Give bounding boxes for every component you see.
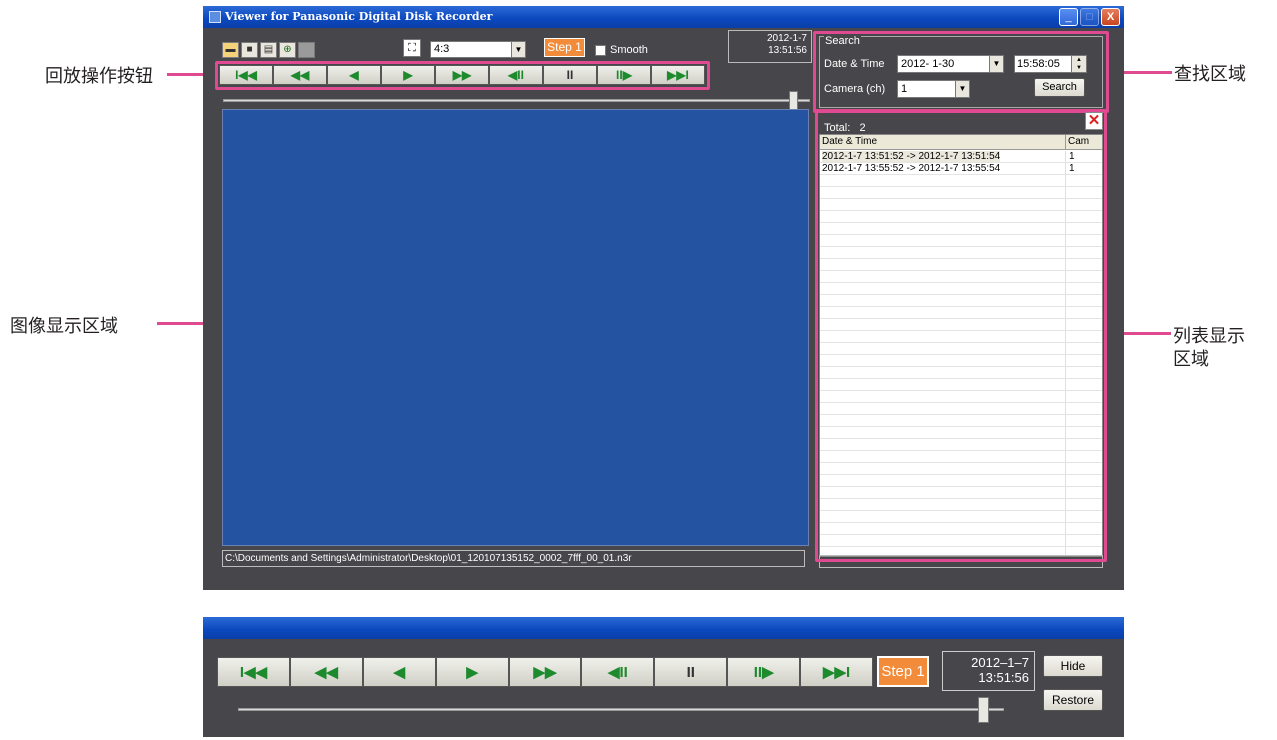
compact-time: 13:51:56 — [978, 670, 1029, 685]
callout-playback: 回放操作按钮 — [45, 66, 153, 86]
compact-slider-track[interactable] — [238, 708, 1004, 711]
list-highlight — [815, 109, 1107, 562]
compact-slider-thumb[interactable] — [977, 697, 989, 723]
app-icon — [209, 11, 221, 23]
current-date: 2012-1-7 — [766, 33, 807, 44]
playback-highlight — [215, 61, 710, 90]
compact-playback-controls: I◀◀ ◀◀ ◀ ▶ ▶▶ ◀II II II▶ ▶▶I — [217, 657, 874, 687]
aspect-ratio-select[interactable]: 4:3 ▼ — [430, 41, 526, 58]
zoom-disabled-icon: ● — [298, 42, 315, 58]
compact-fast-rewind-button[interactable]: ◀◀ — [289, 657, 363, 687]
position-slider-thumb[interactable] — [789, 91, 799, 110]
compact-skip-to-end-button[interactable]: ▶▶I — [800, 657, 874, 687]
open-folder-icon[interactable]: ▬ — [222, 42, 239, 58]
compact-fast-forward-button[interactable]: ▶▶ — [508, 657, 582, 687]
search-highlight — [813, 31, 1109, 113]
compact-step-back-button[interactable]: ◀II — [581, 657, 655, 687]
save-icon[interactable]: ■ — [241, 42, 258, 58]
fullscreen-icon[interactable]: ⛶ — [403, 39, 421, 57]
compact-reverse-play-button[interactable]: ◀ — [362, 657, 436, 687]
video-display[interactable] — [222, 109, 809, 546]
smooth-checkbox[interactable] — [595, 45, 606, 56]
hide-button[interactable]: Hide — [1043, 655, 1103, 677]
compact-skip-to-start-button[interactable]: I◀◀ — [217, 657, 290, 687]
compact-datetime: 2012–1–7 13:51:56 — [942, 651, 1035, 691]
compact-step-forward-button[interactable]: II▶ — [727, 657, 801, 687]
aspect-ratio-value: 4:3 — [434, 43, 450, 55]
callout-image: 图像显示区域 — [10, 316, 118, 336]
step-button[interactable]: Step 1 — [544, 38, 585, 57]
callout-list-line2: 区域 — [1173, 349, 1209, 369]
position-slider-track[interactable] — [223, 99, 810, 102]
file-path: C:\Documents and Settings\Administrator\… — [222, 550, 805, 567]
current-time: 13:51:56 — [768, 45, 807, 56]
chevron-down-icon: ▼ — [511, 42, 525, 57]
compact-play-button[interactable]: ▶ — [435, 657, 509, 687]
title-bar[interactable]: Viewer for Panasonic Digital Disk Record… — [203, 6, 1124, 28]
window-title: Viewer for Panasonic Digital Disk Record… — [225, 10, 493, 23]
compact-title-bar[interactable] — [203, 617, 1124, 639]
current-datetime: 2012-1-7 13:51:56 — [728, 30, 812, 63]
close-button[interactable]: X — [1101, 8, 1120, 26]
compact-date: 2012–1–7 — [971, 655, 1029, 670]
minimize-button[interactable]: _ — [1059, 8, 1078, 26]
viewer-window: Viewer for Panasonic Digital Disk Record… — [203, 6, 1124, 590]
callout-search: 查找区域 — [1174, 64, 1246, 84]
compact-step-button[interactable]: Step 1 — [877, 656, 929, 687]
print-icon[interactable]: ▤ — [260, 42, 277, 58]
zoom-in-icon[interactable]: ⊕ — [279, 42, 296, 58]
smooth-label: Smooth — [610, 44, 648, 56]
compact-window: I◀◀ ◀◀ ◀ ▶ ▶▶ ◀II II II▶ ▶▶I Step 1 2012–1–7 13:… — [203, 617, 1124, 737]
compact-pause-button[interactable]: II — [654, 657, 728, 687]
restore-button[interactable]: Restore — [1043, 689, 1103, 711]
maximize-button: □ — [1080, 8, 1099, 26]
